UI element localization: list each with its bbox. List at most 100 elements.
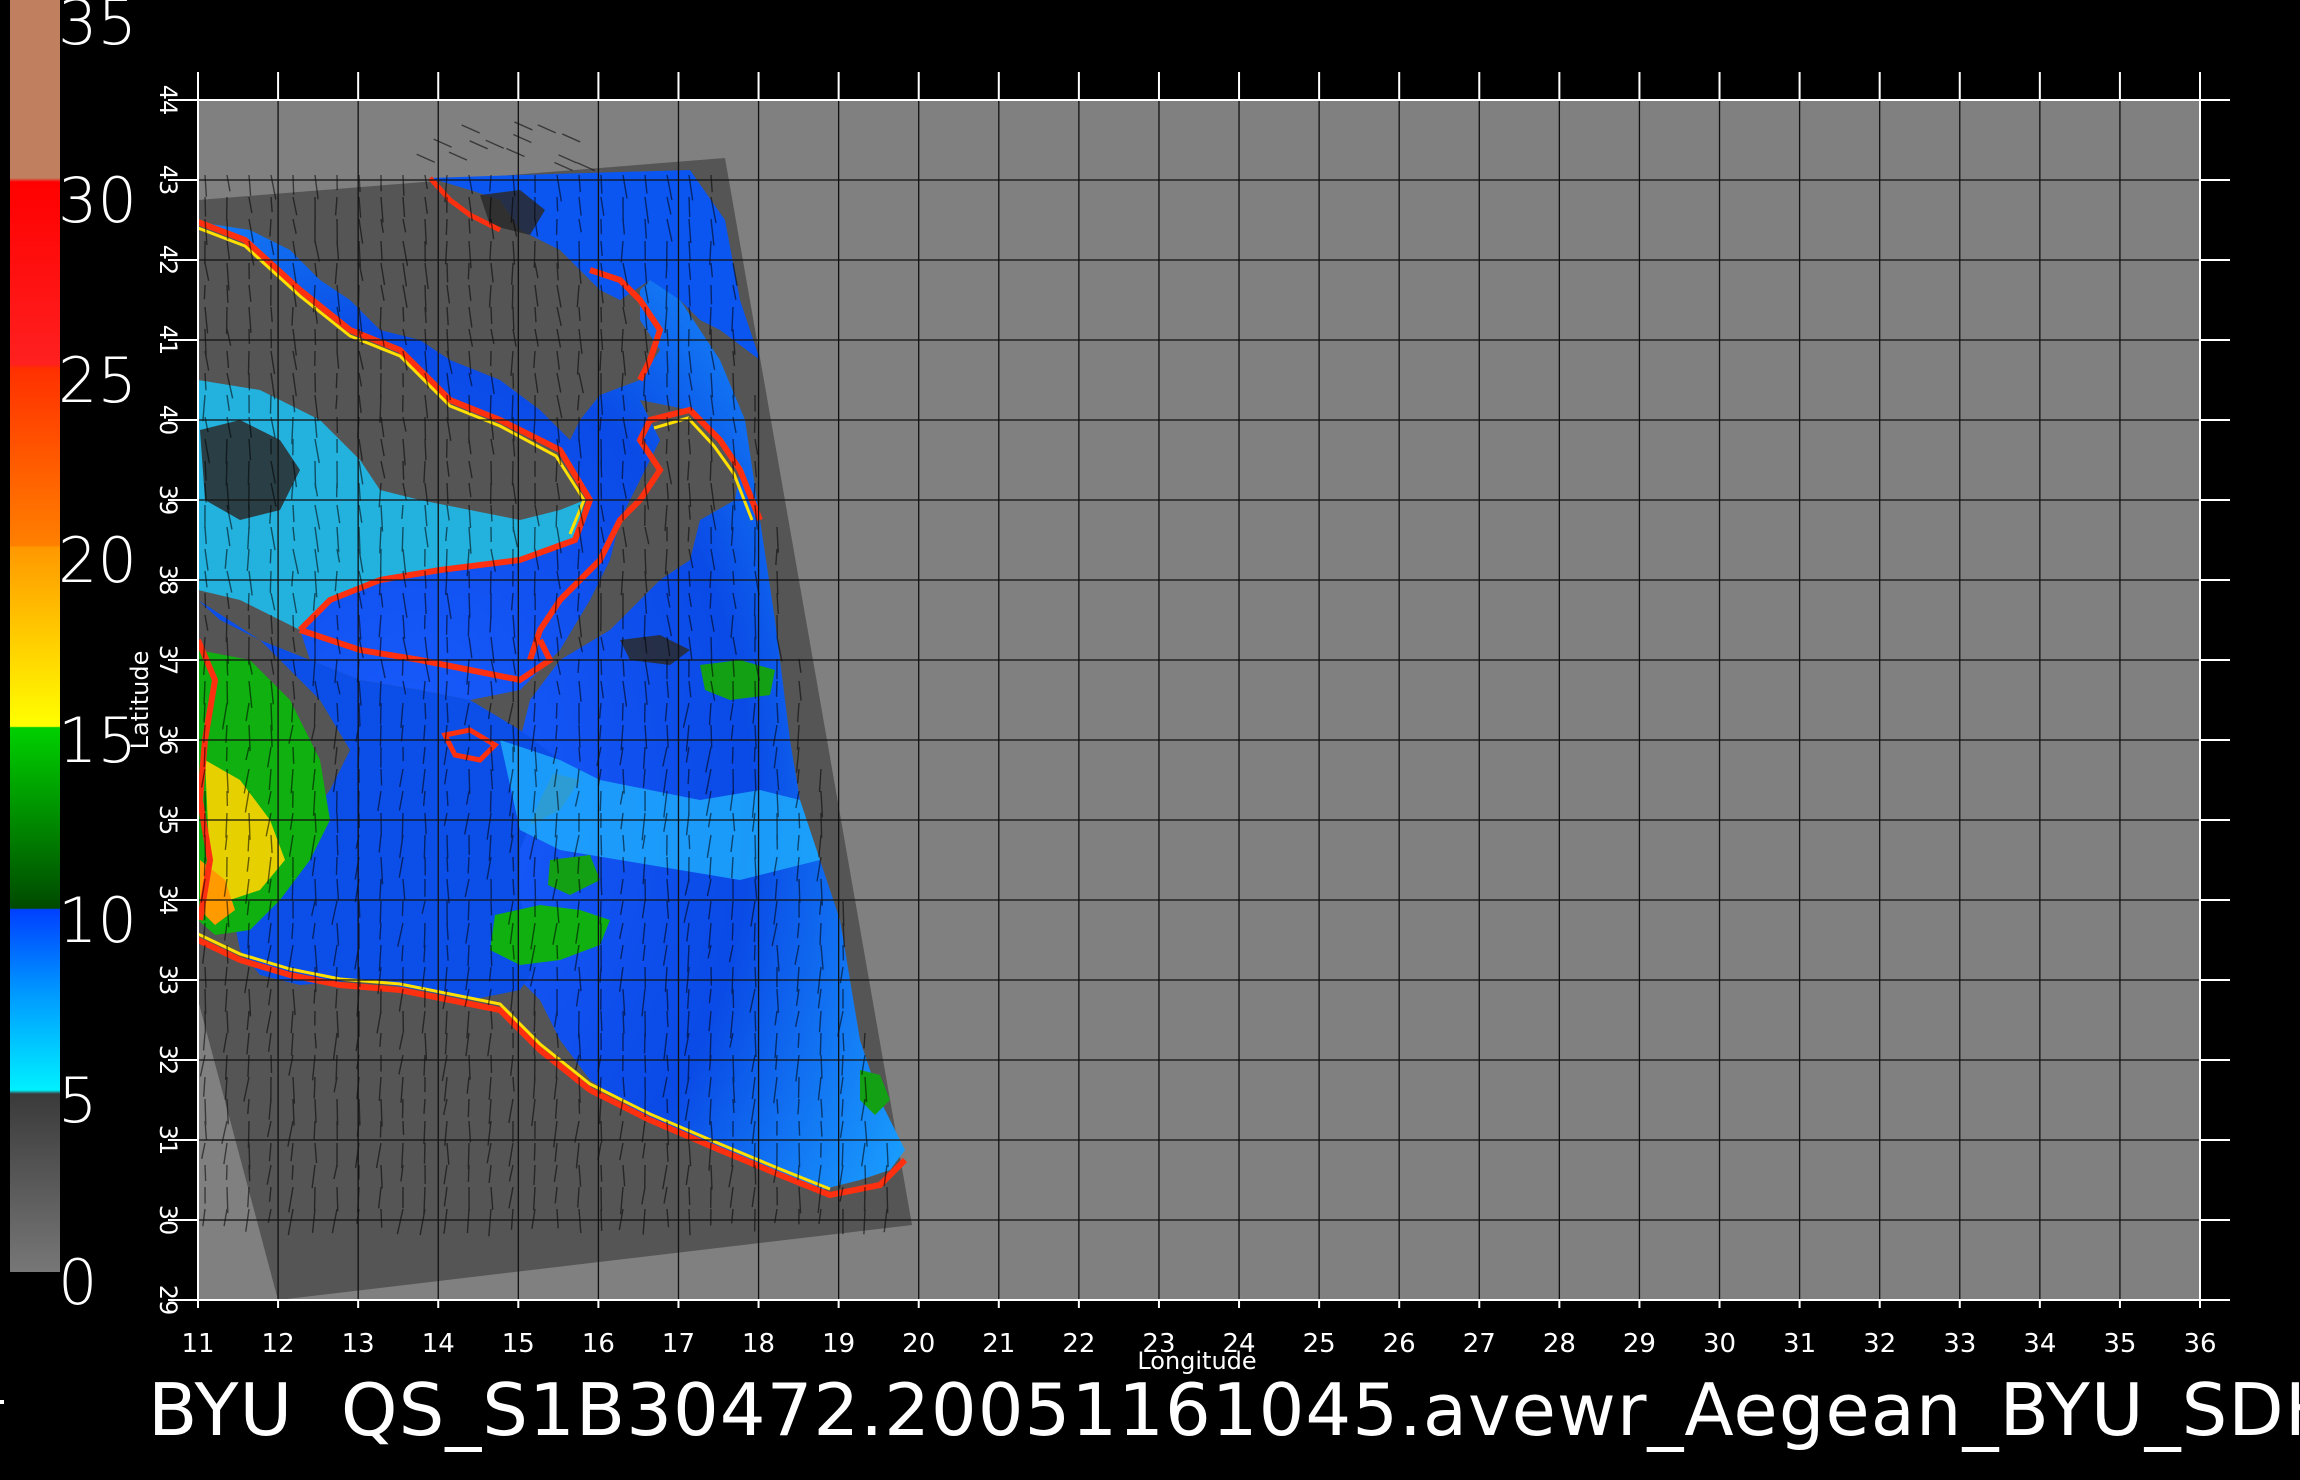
wind-vector: [467, 262, 470, 280]
wind-vector: [467, 856, 470, 874]
wind-vector: [555, 504, 558, 528]
lat-tick-label: 29: [154, 1285, 182, 1316]
wind-vector: [467, 900, 470, 921]
wind-vector: [665, 284, 668, 310]
lon-tick-label: 18: [742, 1329, 775, 1359]
wind-vector: [578, 1098, 581, 1114]
wind-vector: [467, 944, 470, 967]
wind-vector: [490, 944, 493, 967]
wind-vector: [600, 174, 603, 194]
wind-vector: [468, 394, 471, 414]
colorbar-label-25: 25: [58, 344, 137, 417]
lon-tick-label: 14: [422, 1329, 455, 1359]
lon-tick-label: 35: [2103, 1329, 2136, 1359]
lon-tick-label: 28: [1543, 1329, 1576, 1359]
lon-tick-label: 20: [902, 1329, 935, 1359]
wind-vector: [335, 372, 338, 389]
wind-vector: [688, 196, 691, 218]
wind-vector: [732, 988, 735, 1008]
wind-vector: [423, 922, 426, 949]
wind-vector: [556, 196, 559, 212]
wind-vector: [600, 658, 603, 676]
wind-vector: [401, 900, 404, 916]
wind-vector: [511, 460, 514, 486]
wind-vector: [511, 284, 514, 309]
wind-vector: [820, 1054, 823, 1079]
wind-vector: [247, 834, 250, 852]
lon-tick-label: 25: [1303, 1329, 1336, 1359]
wind-vector: [291, 1164, 294, 1180]
wind-vector: [577, 658, 580, 673]
colorbar: [10, 0, 60, 1272]
wind-vector: [247, 592, 250, 611]
wind-vector: [753, 922, 756, 943]
wind-vector: [600, 878, 603, 896]
wind-vector: [710, 1164, 713, 1190]
wind-vector: [313, 746, 316, 763]
wind-vector: [599, 350, 602, 371]
wind-vector: [512, 1076, 515, 1092]
wind-vector: [203, 284, 206, 300]
wind-vector: [512, 856, 515, 872]
wind-vector: [710, 636, 713, 661]
wind-vector: [732, 1098, 735, 1114]
wind-vector: [753, 746, 756, 762]
wind-vector: [555, 460, 558, 483]
wind-vector: [820, 1120, 823, 1137]
wind-vector: [754, 614, 757, 640]
wind-vector: [622, 1010, 625, 1034]
wind-vector: [600, 1164, 603, 1182]
wind-vector: [446, 834, 449, 859]
colorbar-label-0: 0: [58, 1246, 98, 1319]
lon-tick-label: 34: [2023, 1329, 2056, 1359]
wind-vector: [688, 834, 691, 850]
lon-tick-label: 30: [1703, 1329, 1736, 1359]
lat-tick-label: 35: [154, 805, 182, 836]
wind-vector: [643, 614, 646, 640]
colorbar-label-10: 10: [58, 884, 137, 957]
wind-vector: [512, 306, 515, 331]
wind-vector: [270, 1054, 273, 1074]
wind-vector: [644, 548, 647, 575]
lat-tick-label: 40: [154, 405, 182, 436]
wind-vector: [401, 526, 404, 552]
wind-vector: [269, 548, 272, 564]
colorbar-label-35: 35: [58, 0, 137, 59]
wind-vector: [204, 988, 207, 1014]
wind-vector: [490, 306, 493, 324]
wind-vector: [226, 284, 229, 303]
lat-tick-label: 32: [154, 1045, 182, 1076]
wind-vector: [732, 372, 735, 398]
lon-tick-label: 33: [1943, 1329, 1976, 1359]
wind-vector: [666, 1010, 669, 1028]
wind-vector: [534, 306, 537, 323]
wind-vector: [402, 174, 405, 196]
lon-tick-label: 26: [1383, 1329, 1416, 1359]
wind-vector: [468, 218, 471, 234]
wind-vector: [666, 856, 669, 876]
wind-vector: [292, 746, 295, 764]
wind-vector: [709, 592, 712, 609]
wind-vector: [467, 614, 470, 637]
wind-vector: [753, 548, 756, 567]
wind-vector: [489, 394, 492, 420]
wind-vector: [336, 812, 339, 834]
lat-tick-label: 39: [154, 485, 182, 516]
wind-vector: [226, 944, 229, 964]
wind-vector: [247, 460, 250, 485]
lon-tick-label: 11: [181, 1329, 214, 1359]
wind-vector: [666, 1098, 669, 1114]
wind-vector: [291, 878, 294, 901]
wind-vector: [446, 856, 449, 872]
wind-vector: [600, 1010, 603, 1032]
wind-vector: [841, 1142, 844, 1167]
wind-vector: [687, 526, 690, 542]
wind-vector: [842, 1032, 845, 1052]
lon-tick-label: 16: [582, 1329, 615, 1359]
wind-map: 11 12 13 14 15 16 17 18 19 20 21 22 23 24 25 26 27 28 29 30…: [10, 0, 2230, 1375]
lat-tick-label: 36: [154, 725, 182, 756]
wind-vector: [490, 900, 493, 916]
wind-vector: [335, 856, 338, 875]
wind-vector: [226, 658, 229, 676]
wind-vector: [292, 504, 295, 523]
